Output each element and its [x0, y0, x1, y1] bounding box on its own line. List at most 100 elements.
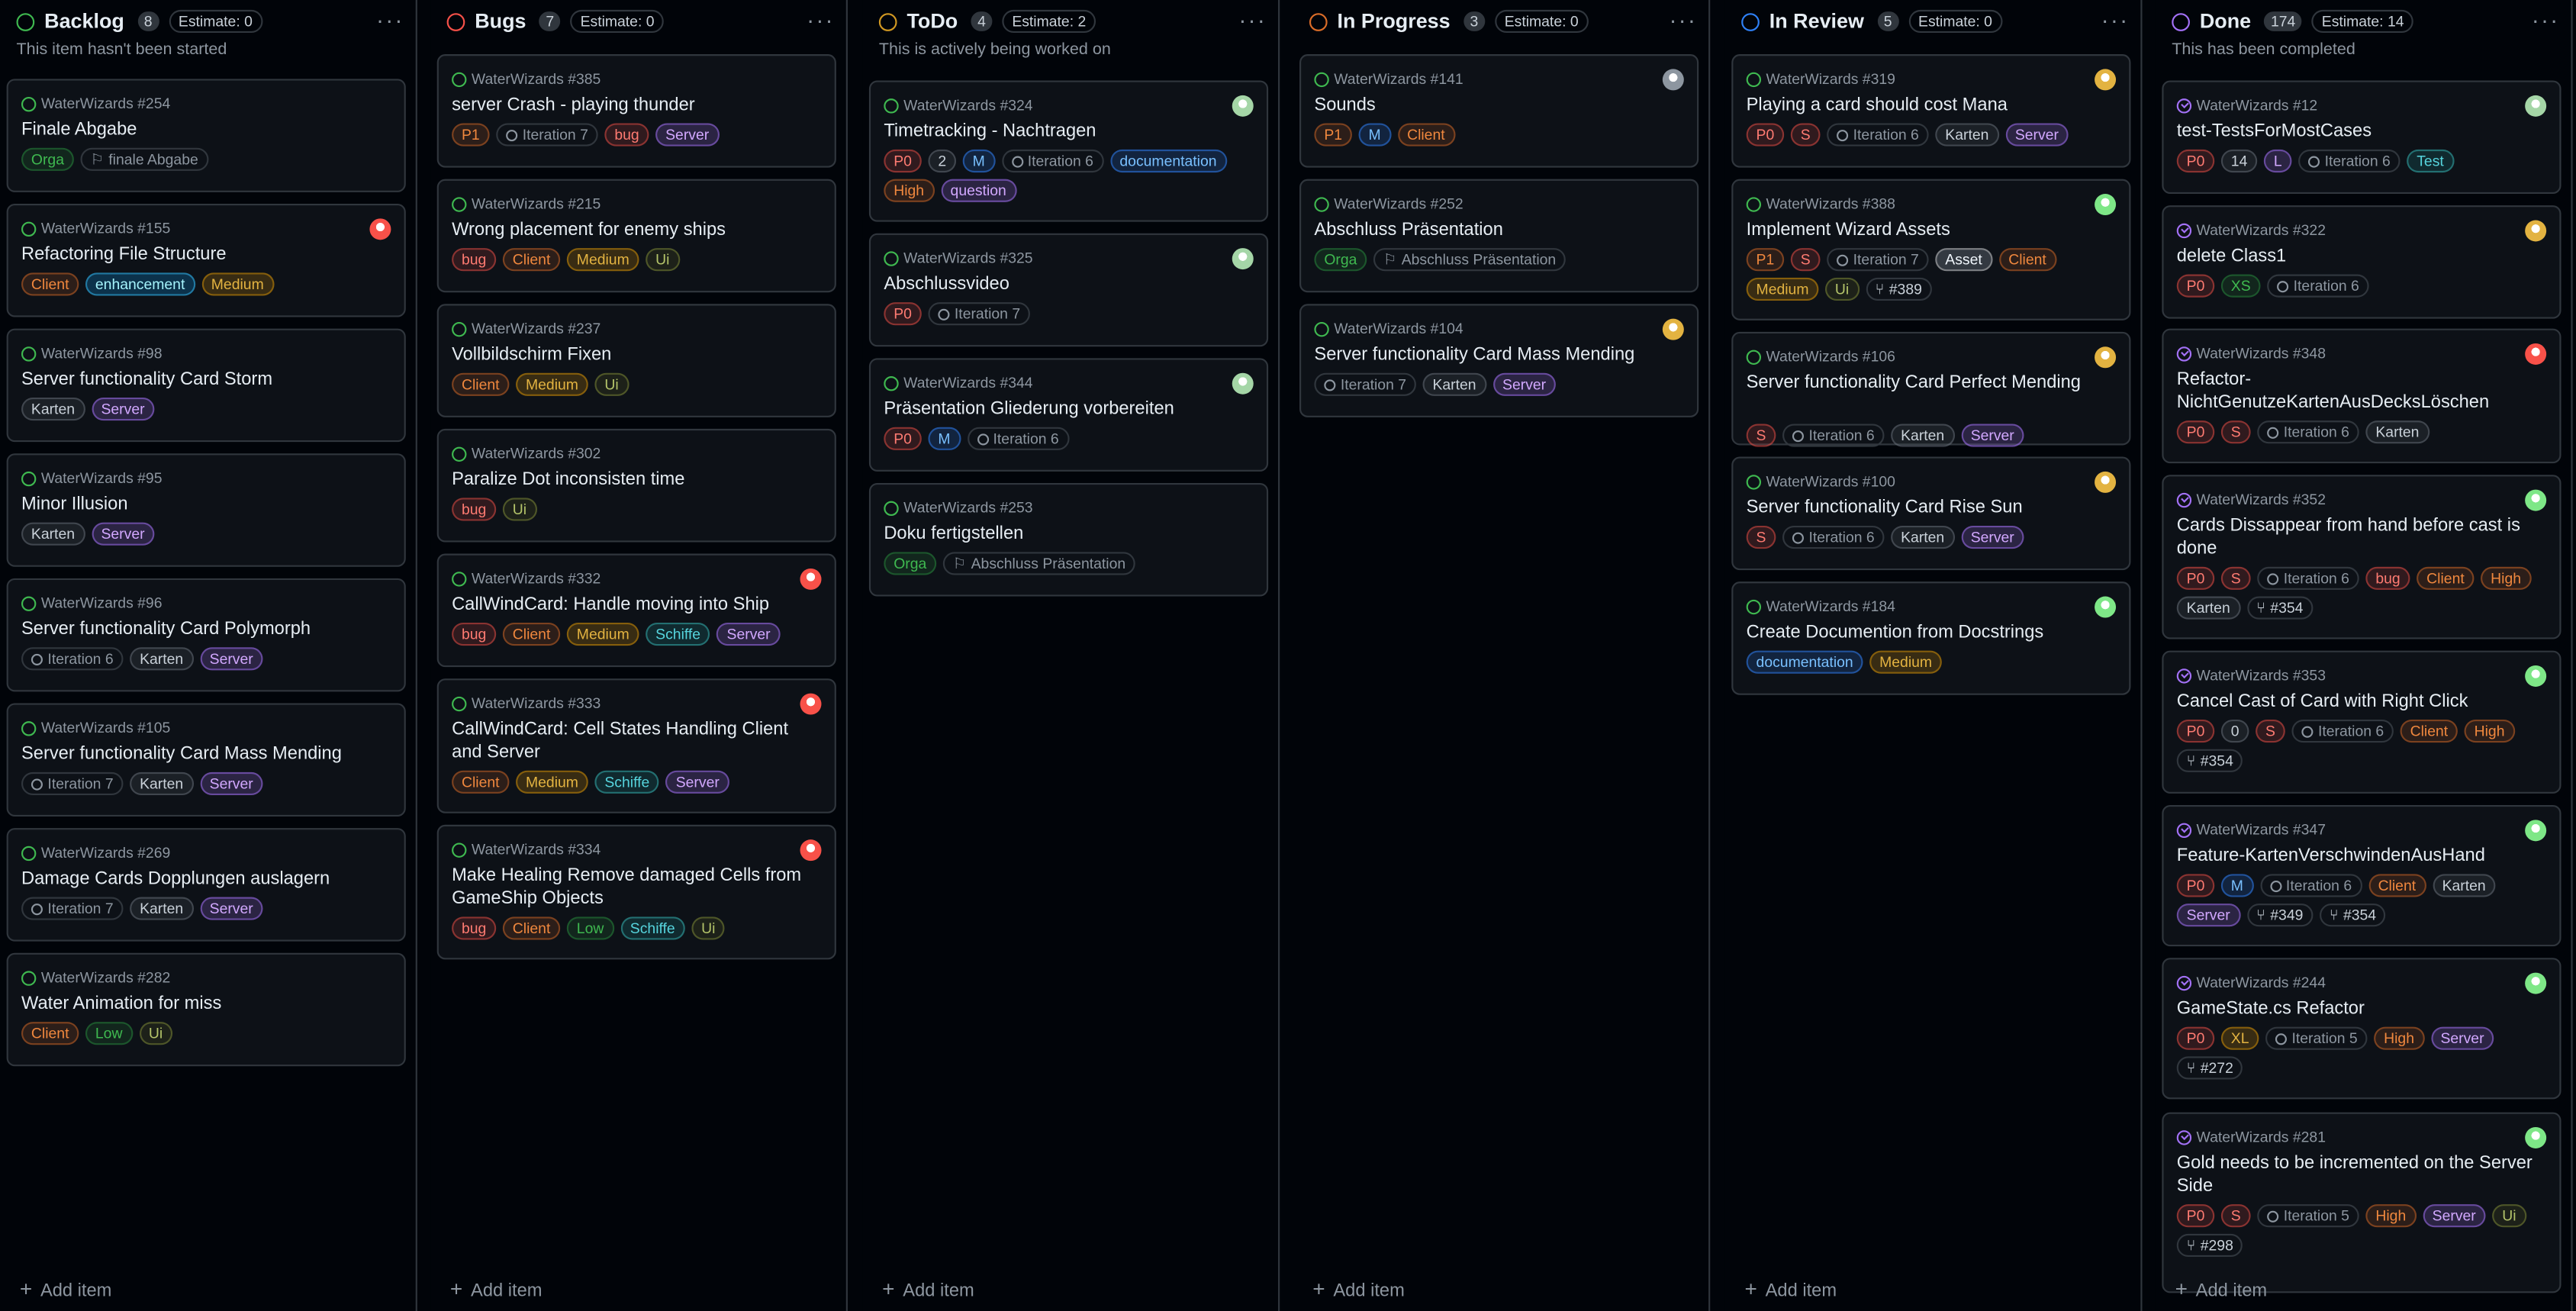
- label-tag[interactable]: Orga: [884, 552, 937, 575]
- iteration-field[interactable]: Iteration 6: [2257, 566, 2359, 590]
- issue-card[interactable]: WaterWizards #155 Refactoring File Struct…: [6, 203, 406, 317]
- milestone-field[interactable]: ⚐ Abschluss Präsentation: [942, 552, 1136, 575]
- issue-card[interactable]: WaterWizards #334 Make Healing Remove dam…: [436, 824, 836, 960]
- label-tag[interactable]: High: [2365, 1204, 2417, 1228]
- issue-card[interactable]: WaterWizards #237 Vollbildschirm Fixen Cli…: [436, 304, 836, 417]
- label-tag[interactable]: Medium: [1746, 277, 1819, 301]
- label-tag[interactable]: Server: [2004, 123, 2069, 147]
- issue-title[interactable]: Abschlussvideo: [884, 272, 1253, 295]
- issue-title[interactable]: Gold needs to be incremented on the Serv…: [2177, 1152, 2546, 1197]
- label-tag[interactable]: Schiffe: [646, 622, 711, 646]
- label-tag[interactable]: Server: [199, 647, 263, 671]
- label-tag[interactable]: Medium: [201, 272, 274, 296]
- issue-card[interactable]: WaterWizards #105 Server functionality Ca…: [6, 703, 406, 817]
- label-tag[interactable]: Server: [2422, 1204, 2486, 1228]
- issue-card[interactable]: WaterWizards #319 Playing a card should c…: [1731, 54, 2131, 168]
- label-tag[interactable]: Ui: [502, 498, 537, 521]
- iteration-field[interactable]: Iteration 6: [1827, 123, 1929, 147]
- issue-card[interactable]: WaterWizards #332 CallWindCard: Handle mo…: [436, 553, 836, 668]
- iteration-field[interactable]: Iteration 7: [496, 123, 598, 147]
- label-tag[interactable]: Client: [502, 622, 561, 646]
- label-tag[interactable]: Medium: [1869, 650, 1942, 674]
- label-tag[interactable]: High: [2481, 566, 2531, 590]
- assignee-avatar-icon[interactable]: [1662, 318, 1684, 340]
- issue-title[interactable]: Präsentation Gliederung vorbereiten: [884, 398, 1253, 420]
- issue-title[interactable]: Vollbildschirm Fixen: [452, 343, 821, 366]
- label-tag[interactable]: Schiffe: [594, 770, 660, 794]
- issue-title[interactable]: Minor Illusion: [21, 493, 391, 516]
- assignee-avatar-icon[interactable]: [2525, 95, 2547, 117]
- label-tag[interactable]: M: [962, 149, 995, 173]
- iteration-field[interactable]: Iteration 6: [21, 647, 124, 671]
- label-tag[interactable]: P0: [2176, 720, 2215, 743]
- label-tag[interactable]: bug: [452, 622, 497, 646]
- label-tag[interactable]: P0: [2176, 566, 2215, 590]
- label-tag[interactable]: Server: [199, 771, 263, 796]
- label-tag[interactable]: Orga: [21, 147, 74, 171]
- label-tag[interactable]: P0: [2176, 274, 2215, 298]
- issue-title[interactable]: Cancel Cast of Card with Right Click: [2177, 690, 2546, 713]
- issue-title[interactable]: Feature-KartenVerschwindenAusHand: [2177, 845, 2546, 868]
- issue-title[interactable]: Wrong placement for enemy ships: [452, 218, 821, 241]
- label-tag[interactable]: S: [1790, 123, 1821, 147]
- label-tag[interactable]: S: [2220, 420, 2251, 444]
- add-item-button[interactable]: + Add item: [882, 1277, 974, 1301]
- issue-title[interactable]: Server functionality Card Polymorph: [21, 618, 391, 641]
- assignee-avatar-icon[interactable]: [2095, 69, 2117, 91]
- issue-card[interactable]: WaterWizards #100 Server functionality Ca…: [1731, 456, 2131, 571]
- label-tag[interactable]: Schiffe: [620, 916, 685, 940]
- assignee-avatar-icon[interactable]: [2525, 220, 2547, 242]
- issue-card[interactable]: WaterWizards #385 server Crash - playing …: [436, 54, 836, 168]
- label-tag[interactable]: 14: [2220, 149, 2258, 173]
- label-tag[interactable]: Client: [2400, 720, 2458, 743]
- issue-title[interactable]: delete Class1: [2177, 245, 2546, 268]
- label-tag[interactable]: XL: [2220, 1026, 2259, 1050]
- issue-card[interactable]: WaterWizards #333 CallWindCard: Cell Stat…: [436, 678, 836, 813]
- issue-card[interactable]: WaterWizards #244 GameState.cs Refactor P0…: [2162, 958, 2562, 1100]
- label-tag[interactable]: Karten: [130, 771, 194, 796]
- label-tag[interactable]: Ui: [1825, 277, 1860, 301]
- issue-card[interactable]: WaterWizards #325 Abschlussvideo P0 Iterati…: [868, 233, 1269, 347]
- label-tag[interactable]: enhancement: [85, 272, 195, 296]
- label-tag[interactable]: bug: [452, 248, 497, 272]
- assignee-avatar-icon[interactable]: [2095, 471, 2117, 493]
- linked-pr[interactable]: ⑂ #354: [2246, 596, 2314, 620]
- label-tag[interactable]: Server: [716, 622, 781, 646]
- linked-pr[interactable]: ⑂ #389: [1865, 277, 1932, 301]
- issue-title[interactable]: Server functionality Card Mass Mending: [21, 742, 391, 765]
- iteration-field[interactable]: Iteration 6: [1001, 149, 1103, 173]
- label-tag[interactable]: Client: [502, 916, 561, 940]
- label-tag[interactable]: Karten: [2365, 420, 2429, 444]
- label-tag[interactable]: Client: [502, 248, 561, 272]
- issue-title[interactable]: GameState.cs Refactor: [2177, 997, 2546, 1020]
- label-tag[interactable]: Karten: [130, 647, 194, 671]
- label-tag[interactable]: S: [2256, 720, 2285, 743]
- issue-card[interactable]: WaterWizards #215 Wrong placement for ene…: [436, 179, 836, 293]
- linked-pr[interactable]: ⑂ #298: [2176, 1233, 2243, 1258]
- label-tag[interactable]: S: [2220, 1204, 2251, 1228]
- label-tag[interactable]: Ui: [138, 1022, 173, 1045]
- label-tag[interactable]: Server: [655, 123, 720, 147]
- iteration-field[interactable]: Iteration 7: [1314, 372, 1416, 396]
- label-tag[interactable]: S: [2220, 566, 2251, 590]
- milestone-field[interactable]: ⚐ finale Abgabe: [80, 147, 208, 171]
- column-menu-icon[interactable]: ···: [2101, 7, 2130, 33]
- label-tag[interactable]: S: [1746, 525, 1776, 549]
- label-tag[interactable]: documentation: [1746, 650, 1863, 674]
- column-menu-icon[interactable]: ···: [376, 7, 404, 33]
- assignee-avatar-icon[interactable]: [1232, 95, 1254, 117]
- issue-title[interactable]: Implement Wizard Assets: [1747, 218, 2116, 241]
- label-tag[interactable]: S: [1790, 248, 1821, 272]
- label-tag[interactable]: Karten: [1891, 525, 1955, 549]
- label-tag[interactable]: Client: [452, 770, 510, 794]
- column-menu-icon[interactable]: ···: [807, 7, 835, 33]
- assignee-avatar-icon[interactable]: [2525, 1126, 2547, 1148]
- label-tag[interactable]: S: [1746, 424, 1776, 447]
- label-tag[interactable]: Server: [1960, 525, 2024, 549]
- label-tag[interactable]: P1: [1314, 123, 1352, 147]
- label-tag[interactable]: Client: [21, 1022, 79, 1045]
- issue-card[interactable]: WaterWizards #344 Präsentation Gliederung…: [868, 358, 1269, 472]
- issue-card[interactable]: WaterWizards #95 Minor Illusion Karten Serv…: [6, 453, 406, 567]
- assignee-avatar-icon[interactable]: [800, 568, 822, 590]
- issue-card[interactable]: WaterWizards #281 Gold needs to be increm…: [2162, 1112, 2562, 1293]
